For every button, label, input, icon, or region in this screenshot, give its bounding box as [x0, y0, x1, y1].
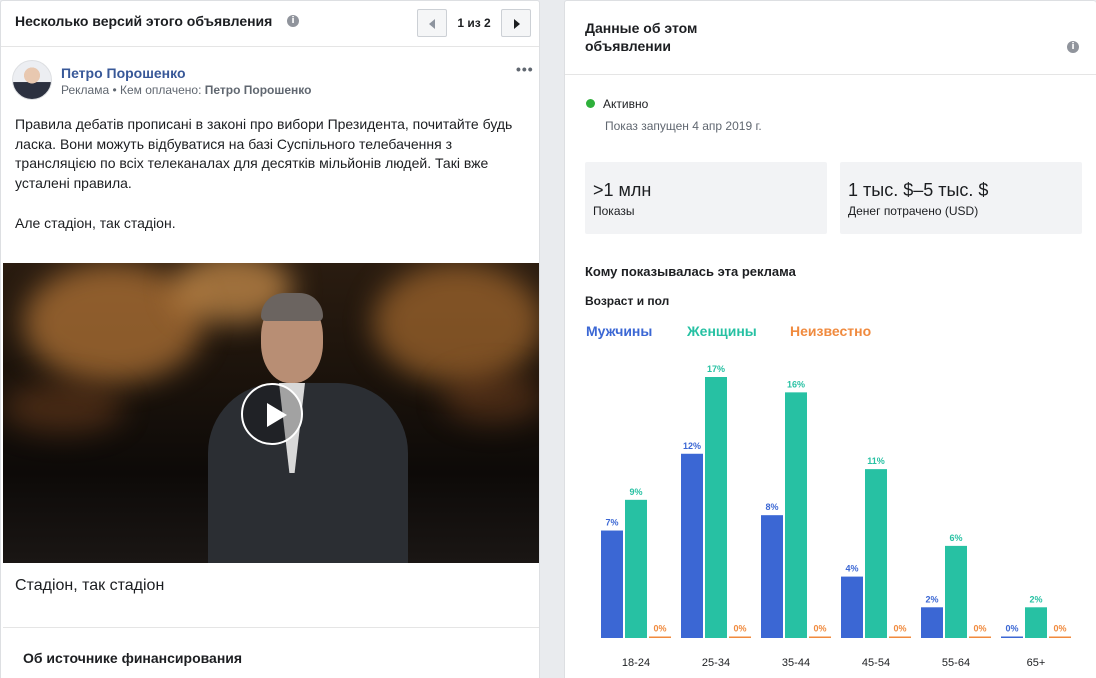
bar-45-54-0[interactable]	[841, 576, 863, 638]
bar-label: 2%	[1029, 594, 1042, 604]
age-gender-title: Возраст и пол	[585, 294, 670, 308]
impressions-label: Показы	[593, 204, 635, 218]
pager-text: 1 из 2	[457, 16, 491, 30]
ad-versions-card: Несколько версий этого объявления i 1 из…	[0, 0, 540, 678]
bar-label: 0%	[973, 624, 986, 634]
bar-label: 7%	[605, 518, 618, 528]
post-text: Правила дебатів прописані в законі про в…	[15, 116, 513, 191]
x-tick-label: 35-44	[782, 657, 810, 669]
play-icon	[267, 403, 287, 427]
video-player[interactable]	[3, 263, 539, 563]
bar-label: 2%	[925, 594, 938, 604]
spend-value: 1 тыс. $–5 тыс. $	[848, 180, 989, 200]
bar-65+-0[interactable]	[1001, 636, 1023, 639]
divider	[565, 74, 1096, 75]
bar-35-44-0[interactable]	[761, 515, 783, 638]
bar-label: 16%	[787, 379, 805, 389]
avatar[interactable]	[12, 60, 52, 100]
funding-title: Об источнике финансирования	[23, 650, 243, 666]
video-person-hair	[261, 293, 323, 321]
bar-35-44-1[interactable]	[785, 392, 807, 638]
bar-label: 17%	[707, 364, 725, 374]
bar-55-64-1[interactable]	[945, 545, 967, 638]
more-options-icon[interactable]: •••	[516, 61, 534, 77]
video-light	[373, 263, 539, 383]
ad-versions-title: Несколько версий этого объявления	[15, 13, 273, 29]
paid-by: Петро Порошенко	[204, 83, 312, 97]
bar-25-34-1[interactable]	[705, 377, 727, 638]
bar-18-24-2[interactable]	[649, 636, 671, 639]
bar-label: 8%	[765, 502, 778, 512]
audience-title: Кому показывалась эта реклама	[585, 264, 796, 279]
bar-18-24-1[interactable]	[625, 499, 647, 638]
info-icon[interactable]: i	[287, 15, 299, 27]
legend-unknown: Неизвестно	[790, 323, 872, 339]
bar-label: 0%	[893, 624, 906, 634]
chevron-left-icon	[429, 19, 435, 29]
bar-25-34-2[interactable]	[729, 636, 751, 639]
ad-details-title: Данные об этом объявлении	[585, 20, 698, 54]
impressions-stat: >1 млн Показы	[585, 162, 827, 234]
x-tick-label: 55-64	[942, 657, 970, 669]
age-gender-chart: 7% 9% 0% 18-24 12% 17% 0% 25-34 8% 16% 0% 35-44 4% 11…	[601, 364, 1071, 669]
next-version-button[interactable]	[501, 9, 531, 37]
video-caption: Стадіон, так стадіон	[15, 577, 165, 594]
bar-55-64-2[interactable]	[969, 636, 991, 639]
bar-label: 6%	[949, 533, 962, 543]
ad-versions-header: Несколько версий этого объявления i 1 из…	[1, 1, 539, 47]
bar-45-54-2[interactable]	[889, 636, 911, 639]
bar-35-44-2[interactable]	[809, 636, 831, 639]
status-text: Активно	[603, 97, 649, 111]
x-tick-label: 45-54	[862, 657, 890, 669]
bar-label: 11%	[867, 456, 885, 466]
bar-25-34-0[interactable]	[681, 453, 703, 638]
video-light	[3, 383, 123, 433]
bar-65+-2[interactable]	[1049, 636, 1071, 639]
x-tick-label: 65+	[1027, 657, 1046, 669]
x-tick-label: 18-24	[622, 657, 650, 669]
spend-label: Денег потрачено (USD)	[848, 204, 979, 218]
chevron-right-icon	[514, 19, 520, 29]
started-date: Показ запущен 4 апр 2019 г.	[605, 119, 762, 133]
video-person	[208, 383, 408, 563]
x-tick-label: 25-34	[702, 657, 730, 669]
post-text-second: Але стадіон, так стадіон.	[15, 215, 176, 231]
ad-details-card: Данные об этом объявлении i Активно Пока…	[564, 0, 1096, 678]
impressions-value: >1 млн	[593, 180, 652, 200]
version-pager: 1 из 2	[417, 9, 532, 37]
sponsored-meta: Реклама • Кем оплачено: Петро Порошенко	[61, 83, 311, 97]
bar-label: 0%	[653, 624, 666, 634]
prev-version-button[interactable]	[417, 9, 447, 37]
bar-65+-1[interactable]	[1025, 607, 1047, 638]
bar-label: 0%	[1005, 624, 1018, 634]
legend-women: Женщины	[687, 323, 757, 339]
play-button[interactable]	[241, 383, 303, 445]
video-light	[443, 373, 539, 423]
page-name-link[interactable]: Петро Порошенко	[61, 65, 186, 81]
divider	[3, 627, 539, 628]
bar-55-64-0[interactable]	[921, 607, 943, 638]
bar-label: 4%	[845, 564, 858, 574]
info-icon[interactable]: i	[1067, 41, 1079, 53]
bar-label: 0%	[733, 624, 746, 634]
bar-18-24-0[interactable]	[601, 530, 623, 638]
meta-prefix: Реклама • Кем оплачено:	[61, 83, 205, 97]
bar-label: 0%	[813, 624, 826, 634]
active-status-icon	[586, 99, 595, 108]
bar-label: 0%	[1053, 624, 1066, 634]
spend-stat: 1 тыс. $–5 тыс. $ Денег потрачено (USD)	[840, 162, 1082, 234]
bar-label: 12%	[683, 441, 701, 451]
bar-45-54-1[interactable]	[865, 469, 887, 638]
bar-label: 9%	[629, 487, 642, 497]
legend-men: Мужчины	[586, 323, 653, 339]
